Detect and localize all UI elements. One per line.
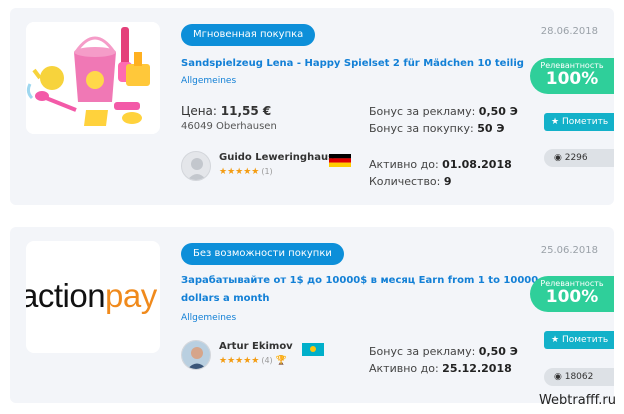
- price-value: 11,55 €: [220, 104, 272, 118]
- location: 46049 Oberhausen: [181, 121, 277, 132]
- category-link[interactable]: Allgemeines: [181, 76, 236, 86]
- eye-icon: ◉: [554, 372, 562, 382]
- rating-count: (1): [261, 167, 273, 176]
- active-until: Активно до: 01.08.2018: [369, 158, 512, 171]
- eye-icon: ◉: [554, 153, 562, 163]
- category-link[interactable]: Allgemeines: [181, 313, 236, 323]
- listing-card[interactable]: Мгновенная покупка 28.06.2018 Sandspielz…: [10, 8, 614, 205]
- relevance-value: 100%: [545, 287, 599, 307]
- product-image[interactable]: [26, 22, 160, 134]
- view-count: ◉ 18062: [544, 368, 614, 386]
- no-purchase-badge: Без возможности покупки: [181, 243, 344, 265]
- bonus-ad: Бонус за рекламу: 0,50 Э: [369, 345, 518, 358]
- listing-title[interactable]: Sandspielzeug Lena - Happy Spielset 2 fü…: [181, 55, 524, 72]
- rating-stars: ★★★★★ (1): [219, 167, 273, 177]
- relevance-badge: Релевантность 100%: [530, 276, 614, 312]
- listing-card[interactable]: actionpay Без возможности покупки 25.06.…: [10, 227, 614, 403]
- active-until: Активно до: 25.12.2018: [369, 362, 512, 375]
- bonus-ad-label: Бонус за рекламу:: [369, 105, 476, 118]
- instant-purchase-badge: Мгновенная покупка: [181, 24, 316, 46]
- rating-count: (4): [261, 356, 273, 365]
- bonus-buy: Бонус за покупку: 50 Э: [369, 122, 504, 135]
- mark-button[interactable]: ★ Пометить: [544, 331, 614, 349]
- price-label: Цена:: [181, 104, 217, 118]
- bonus-buy-label: Бонус за покупку:: [369, 122, 474, 135]
- listing-title-line2[interactable]: dollars a month: [181, 290, 270, 307]
- listing-date: 25.06.2018: [540, 245, 598, 256]
- bonus-ad-value: 0,50 Э: [478, 345, 518, 358]
- user-avatar-icon[interactable]: [181, 340, 211, 370]
- listing-title-line1[interactable]: Зарабатывайте от 1$ до 10000$ в месяц Ea…: [181, 272, 538, 289]
- quantity-label: Количество:: [369, 175, 441, 188]
- view-count: ◉ 2296: [544, 149, 614, 167]
- views-value: 2296: [564, 153, 588, 163]
- mark-label: Пометить: [561, 335, 609, 345]
- views-value: 18062: [564, 372, 594, 382]
- actionpay-logo: actionpay: [26, 277, 157, 315]
- site-watermark: Webtrafff.ru: [538, 393, 616, 408]
- seller-info[interactable]: Guido Leweringhaus ★★★★★ (1): [181, 151, 361, 183]
- active-until-value: 25.12.2018: [442, 362, 512, 375]
- seller-name[interactable]: Guido Leweringhaus: [219, 152, 334, 163]
- seller-info[interactable]: Artur Ekimov ★★★★★ (4) 🏆: [181, 340, 341, 374]
- relevance-badge: Релевантность 100%: [530, 58, 614, 94]
- bonus-buy-value: 50 Э: [477, 122, 505, 135]
- active-until-label: Активно до:: [369, 158, 439, 171]
- user-avatar-icon[interactable]: [181, 151, 211, 181]
- mark-label: Пометить: [561, 117, 609, 127]
- germany-flag-icon: [329, 152, 351, 167]
- active-until-value: 01.08.2018: [442, 158, 512, 171]
- bonus-ad: Бонус за рекламу: 0,50 Э: [369, 105, 518, 118]
- trophy-icon: 🏆: [275, 356, 287, 366]
- seller-name[interactable]: Artur Ekimov: [219, 341, 293, 352]
- bonus-ad-label: Бонус за рекламу:: [369, 345, 476, 358]
- rating-stars: ★★★★★ (4) 🏆: [219, 356, 287, 366]
- active-until-label: Активно до:: [369, 362, 439, 375]
- kazakhstan-flag-icon: [302, 341, 324, 356]
- quantity: Количество: 9: [369, 175, 452, 188]
- mark-button[interactable]: ★ Пометить: [544, 113, 614, 131]
- star-icon: ★★★★★: [219, 167, 260, 177]
- listing-date: 28.06.2018: [540, 26, 598, 37]
- star-icon: ★: [551, 335, 560, 345]
- star-icon: ★: [551, 117, 560, 127]
- star-icon: ★★★★★: [219, 356, 260, 366]
- relevance-value: 100%: [545, 69, 599, 89]
- bonus-ad-value: 0,50 Э: [478, 105, 518, 118]
- quantity-value: 9: [443, 175, 452, 188]
- product-image[interactable]: actionpay: [26, 241, 160, 353]
- price: Цена: 11,55 €: [181, 104, 271, 118]
- toy-bucket-image: [26, 22, 160, 134]
